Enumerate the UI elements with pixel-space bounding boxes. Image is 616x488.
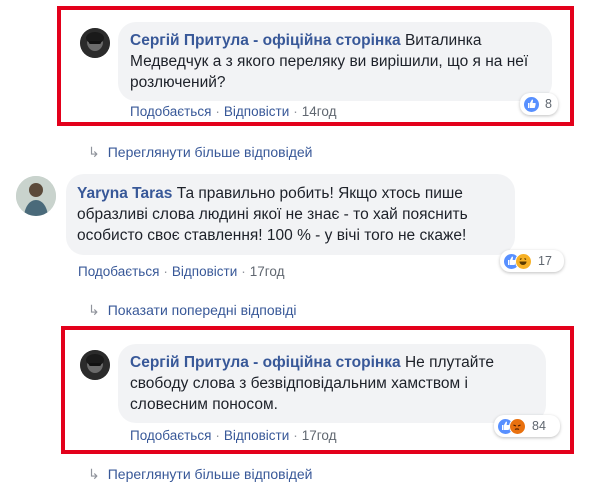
like-icon <box>523 95 540 113</box>
angry-icon <box>509 417 526 435</box>
haha-icon <box>515 252 532 270</box>
reaction-summary[interactable]: 17 <box>500 250 564 272</box>
more-replies-link[interactable]: ↳ Переглянути більше відповідей <box>88 144 312 161</box>
avatar[interactable] <box>80 350 110 380</box>
separator: · <box>293 428 298 443</box>
reaction-count: 17 <box>538 254 552 268</box>
comment-actions: Подобається · Відповісти · 17год <box>130 428 337 443</box>
previous-replies-label[interactable]: Показати попередні відповіді <box>108 302 297 318</box>
comment-actions: Подобається · Відповісти · 17год <box>78 264 285 279</box>
comment-author[interactable]: Yaryna Taras <box>77 185 172 202</box>
separator: · <box>215 428 220 443</box>
reply-arrow-icon: ↳ <box>88 302 100 318</box>
previous-replies-link[interactable]: ↳ Показати попередні відповіді <box>88 302 296 319</box>
comment-bubble: Сергій Притула - офіційна сторінка Не пл… <box>118 344 546 423</box>
timestamp[interactable]: 14год <box>302 104 337 119</box>
timestamp[interactable]: 17год <box>302 428 337 443</box>
avatar[interactable] <box>80 28 110 58</box>
more-replies-label[interactable]: Переглянути більше відповідей <box>108 144 313 160</box>
reply-button[interactable]: Відповісти <box>172 264 237 279</box>
comment-bubble: Yaryna Taras Та правильно робить! Якщо х… <box>66 174 515 255</box>
comment-bubble: Сергій Притула - офіційна сторінка Витал… <box>118 22 552 101</box>
reaction-count: 84 <box>532 419 546 433</box>
reply-button[interactable]: Відповісти <box>224 428 289 443</box>
like-button[interactable]: Подобається <box>130 104 211 119</box>
timestamp[interactable]: 17год <box>250 264 285 279</box>
separator: · <box>293 104 298 119</box>
separator: · <box>215 104 220 119</box>
reply-arrow-icon: ↳ <box>88 466 100 482</box>
more-replies-label[interactable]: Переглянути більше відповідей <box>108 466 313 482</box>
avatar[interactable] <box>16 176 56 216</box>
like-button[interactable]: Подобається <box>130 428 211 443</box>
separator: · <box>241 264 246 279</box>
more-replies-link[interactable]: ↳ Переглянути більше відповідей <box>88 466 312 483</box>
reaction-summary[interactable]: 8 <box>520 93 558 115</box>
comment-actions: Подобається · Відповісти · 14год <box>130 104 337 119</box>
comment-author[interactable]: Сергій Притула - офіційна сторінка <box>130 32 401 49</box>
reply-button[interactable]: Відповісти <box>224 104 289 119</box>
reply-arrow-icon: ↳ <box>88 144 100 160</box>
like-button[interactable]: Подобається <box>78 264 159 279</box>
separator: · <box>163 264 168 279</box>
reaction-count: 8 <box>545 97 552 111</box>
reaction-summary[interactable]: 84 <box>494 415 560 437</box>
comment-author[interactable]: Сергій Притула - офіційна сторінка <box>130 354 401 371</box>
